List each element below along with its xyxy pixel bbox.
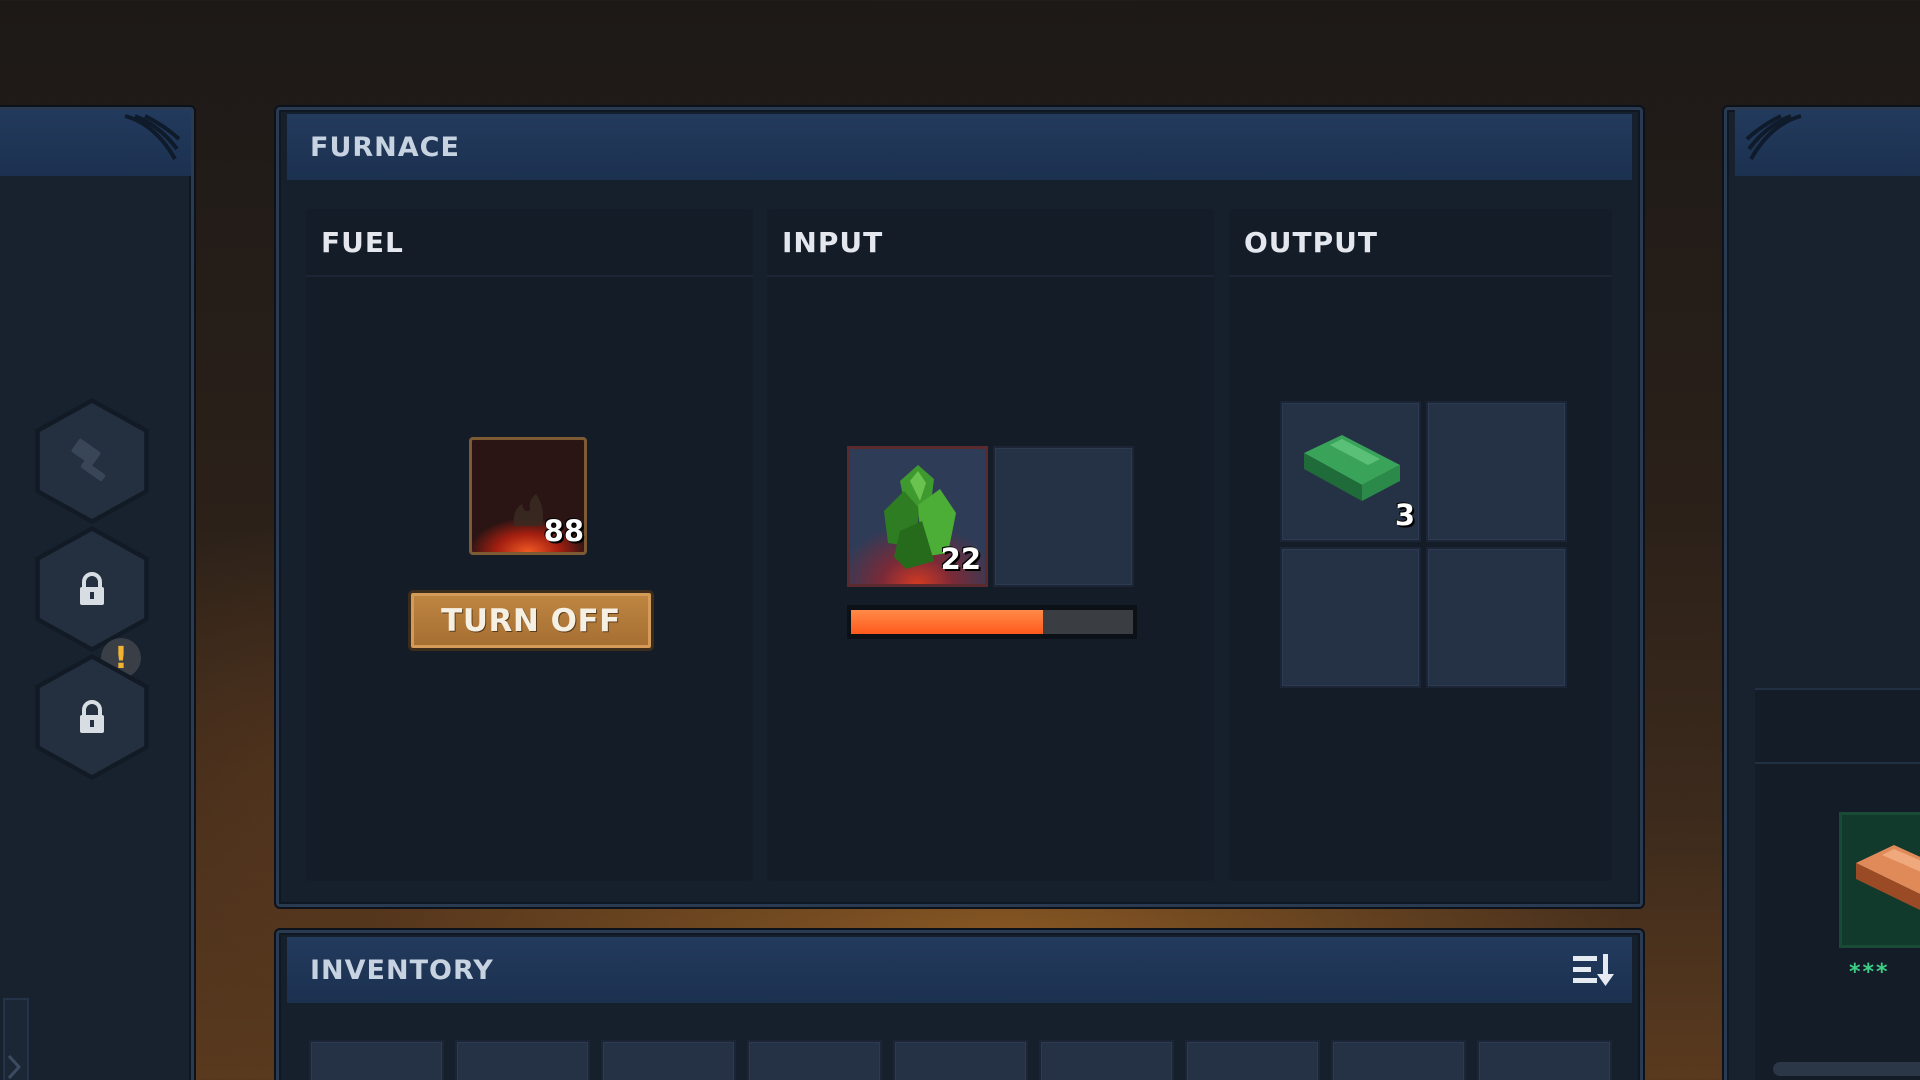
inventory-slot[interactable] xyxy=(893,1040,1028,1080)
fuel-quantity: 88 xyxy=(543,514,584,548)
inventory-slot[interactable] xyxy=(1039,1040,1174,1080)
lock-icon xyxy=(80,700,104,733)
output-slot-1[interactable]: 3 xyxy=(1280,401,1421,542)
input-section-title-bar: INPUT xyxy=(767,209,1214,277)
fuel-section: FUEL 88 TURN OFF xyxy=(306,209,753,881)
output-quantity: 3 xyxy=(1394,498,1415,532)
left-panel-header xyxy=(0,110,191,176)
smelt-progress-bar xyxy=(847,605,1137,639)
inventory-panel: INVENTORY xyxy=(276,930,1643,1080)
inventory-slot[interactable] xyxy=(1477,1040,1612,1080)
input-quantity: 22 xyxy=(940,542,981,576)
furnace-header: FURNACE xyxy=(287,114,1632,180)
sort-button[interactable] xyxy=(1571,950,1617,990)
right-side-panel: *** xyxy=(1724,107,1920,1080)
input-title: INPUT xyxy=(782,225,884,259)
input-slot-1[interactable]: 22 xyxy=(847,446,988,587)
input-section: INPUT 22 xyxy=(767,209,1214,881)
output-section-title-bar: OUTPUT xyxy=(1229,209,1612,277)
right-panel-scrollbar[interactable] xyxy=(1773,1062,1920,1076)
inventory-slot[interactable] xyxy=(1185,1040,1320,1080)
fuel-slot[interactable]: 88 xyxy=(469,437,587,555)
sort-icon xyxy=(1573,954,1614,986)
right-panel-section: *** xyxy=(1755,688,1920,1080)
output-title: OUTPUT xyxy=(1244,225,1378,259)
furnace-panel: FURNACE FUEL 88 TURN OFF INPUT 22 OUTPUT… xyxy=(276,107,1643,907)
inventory-slot[interactable] xyxy=(309,1040,444,1080)
ornament-icon xyxy=(124,114,181,160)
inventory-slot-row xyxy=(309,1040,1619,1080)
left-side-panel: ! xyxy=(0,107,194,1080)
inventory-slot[interactable] xyxy=(747,1040,882,1080)
input-slot-2[interactable] xyxy=(993,446,1134,587)
chevron-right-icon xyxy=(7,1054,22,1080)
locked-tab-button-2[interactable] xyxy=(35,654,149,780)
ornament-icon xyxy=(1745,114,1802,160)
inventory-title: INVENTORY xyxy=(310,954,494,986)
output-slot-4[interactable] xyxy=(1426,547,1567,688)
turn-off-label: TURN OFF xyxy=(441,602,621,639)
green-ingot-icon xyxy=(1304,435,1400,501)
right-panel-header xyxy=(1735,110,1920,176)
copper-ingot-icon xyxy=(1856,845,1920,911)
inventory-header: INVENTORY xyxy=(287,937,1632,1003)
fuel-section-title-bar: FUEL xyxy=(306,209,753,277)
hammer-icon xyxy=(71,438,106,481)
inventory-slot[interactable] xyxy=(1331,1040,1466,1080)
sidebar-tool-chain: ! xyxy=(23,390,163,800)
inventory-slot[interactable] xyxy=(455,1040,590,1080)
craft-tab-button[interactable] xyxy=(35,398,149,524)
smelt-progress-fill xyxy=(851,610,1043,634)
locked-tab-button-1[interactable] xyxy=(35,526,149,652)
left-panel-corner-tab[interactable] xyxy=(3,998,29,1080)
right-item-card[interactable] xyxy=(1839,812,1920,948)
right-panel-divider xyxy=(1755,762,1920,764)
furnace-title: FURNACE xyxy=(310,131,460,163)
rating-text: *** xyxy=(1849,960,1890,985)
output-slot-3[interactable] xyxy=(1280,547,1421,688)
output-section: OUTPUT 3 xyxy=(1229,209,1612,881)
turn-off-button[interactable]: TURN OFF xyxy=(408,590,654,651)
output-slot-2[interactable] xyxy=(1426,401,1567,542)
inventory-slot[interactable] xyxy=(601,1040,736,1080)
fuel-title: FUEL xyxy=(321,225,404,259)
lock-icon xyxy=(80,572,104,605)
